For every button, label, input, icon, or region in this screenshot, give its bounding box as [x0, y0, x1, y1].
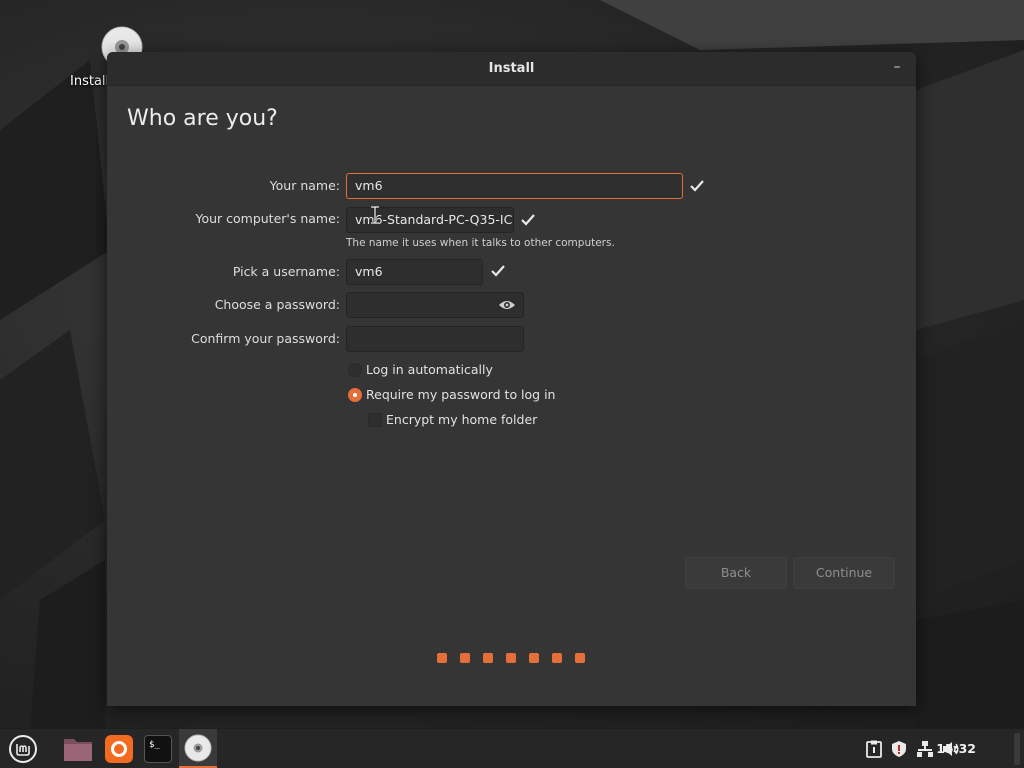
installer-icon — [184, 734, 212, 762]
clock[interactable]: 15:32 — [936, 741, 976, 756]
progress-step-2 — [460, 653, 470, 663]
encrypt-home-label: Encrypt my home folder — [386, 412, 538, 427]
titlebar[interactable]: Install – — [107, 52, 916, 86]
username-input[interactable]: vm6 — [346, 259, 483, 285]
progress-step-6 — [552, 653, 562, 663]
computer-name-check-icon — [521, 214, 535, 226]
taskbar-terminal[interactable]: $_ — [140, 729, 178, 768]
back-button[interactable]: Back — [685, 557, 787, 589]
your-name-label: Your name: — [269, 178, 340, 193]
text-cursor-icon — [371, 206, 379, 224]
files-icon — [64, 739, 92, 761]
shield-icon[interactable] — [890, 740, 908, 758]
confirm-password-input[interactable] — [346, 326, 524, 352]
your-name-check-icon — [690, 180, 704, 192]
progress-step-7 — [575, 653, 585, 663]
require-password-label: Require my password to log in — [366, 387, 556, 402]
menu-icon — [9, 735, 37, 763]
taskbar-files[interactable] — [58, 729, 98, 768]
desktop-icon-label: Install — [70, 74, 110, 89]
taskbar-firefox[interactable] — [100, 729, 138, 768]
progress-step-4 — [506, 653, 516, 663]
password-label: Choose a password: — [214, 297, 340, 312]
show-desktop-button[interactable] — [1014, 733, 1020, 765]
minimize-button[interactable]: – — [888, 59, 906, 77]
taskbar: $_ 15:32 — [0, 728, 1024, 768]
network-icon[interactable] — [916, 740, 934, 758]
computer-name-label: Your computer's name: — [195, 211, 340, 226]
terminal-icon: $_ — [144, 735, 172, 763]
window-title: Install — [488, 61, 535, 76]
show-password-eye-icon[interactable] — [498, 297, 516, 313]
username-check-icon — [491, 265, 505, 277]
progress-step-1 — [437, 653, 447, 663]
confirm-password-label: Confirm your password: — [191, 331, 340, 346]
login-automatically-label: Log in automatically — [366, 362, 493, 377]
username-label: Pick a username: — [232, 264, 340, 279]
taskbar-installer[interactable] — [179, 729, 217, 768]
page-title: Who are you? — [127, 106, 278, 131]
your-name-input[interactable]: vm6 — [346, 173, 683, 199]
computer-name-hint: The name it uses when it talks to other … — [346, 237, 615, 249]
terminal-glyph: $_ — [149, 740, 160, 750]
login-automatically-radio[interactable] — [348, 363, 362, 377]
progress-step-3 — [483, 653, 493, 663]
installer-window: Install – Who are you? Your name: vm6 Yo… — [107, 52, 916, 706]
menu-button[interactable] — [4, 729, 40, 768]
encrypt-home-checkbox[interactable] — [368, 413, 382, 427]
progress-step-5 — [529, 653, 539, 663]
require-password-radio[interactable] — [348, 388, 362, 402]
clipboard-icon[interactable] — [866, 740, 882, 758]
firefox-icon — [105, 735, 133, 763]
continue-button[interactable]: Continue — [793, 557, 895, 589]
